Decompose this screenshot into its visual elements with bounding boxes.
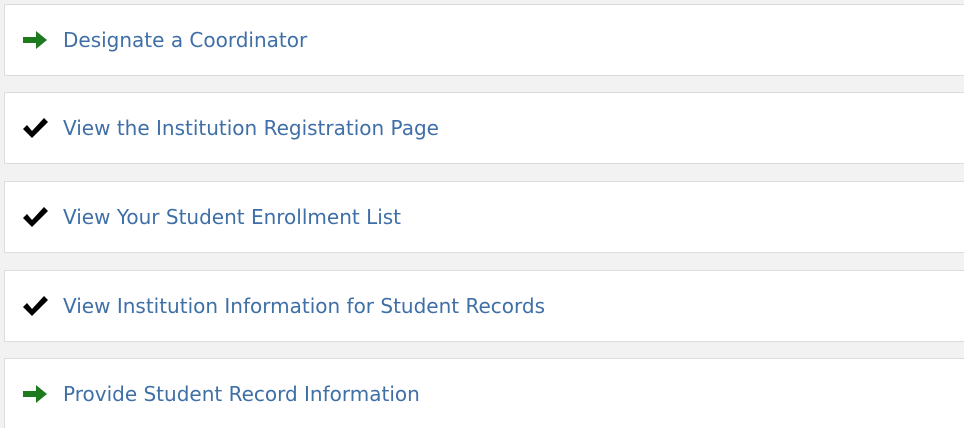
- task-link-institution-registration[interactable]: View the Institution Registration Page: [63, 116, 439, 140]
- task-link-designate-coordinator[interactable]: Designate a Coordinator: [63, 28, 307, 52]
- task-list: Designate a Coordinator View the Institu…: [0, 0, 964, 428]
- arrow-right-icon: [21, 28, 49, 52]
- task-card-institution-information[interactable]: View Institution Information for Student…: [4, 270, 964, 342]
- task-card-designate-coordinator[interactable]: Designate a Coordinator: [4, 4, 964, 76]
- checkmark-icon: [21, 205, 49, 229]
- checkmark-icon: [21, 116, 49, 140]
- task-card-provide-student-record[interactable]: Provide Student Record Information: [4, 358, 964, 428]
- task-card-student-enrollment-list[interactable]: View Your Student Enrollment List: [4, 181, 964, 253]
- checkmark-icon: [21, 294, 49, 318]
- task-link-institution-information[interactable]: View Institution Information for Student…: [63, 294, 545, 318]
- task-link-student-enrollment-list[interactable]: View Your Student Enrollment List: [63, 205, 401, 229]
- task-link-provide-student-record[interactable]: Provide Student Record Information: [63, 382, 420, 406]
- arrow-right-icon: [21, 382, 49, 406]
- task-card-institution-registration[interactable]: View the Institution Registration Page: [4, 92, 964, 164]
